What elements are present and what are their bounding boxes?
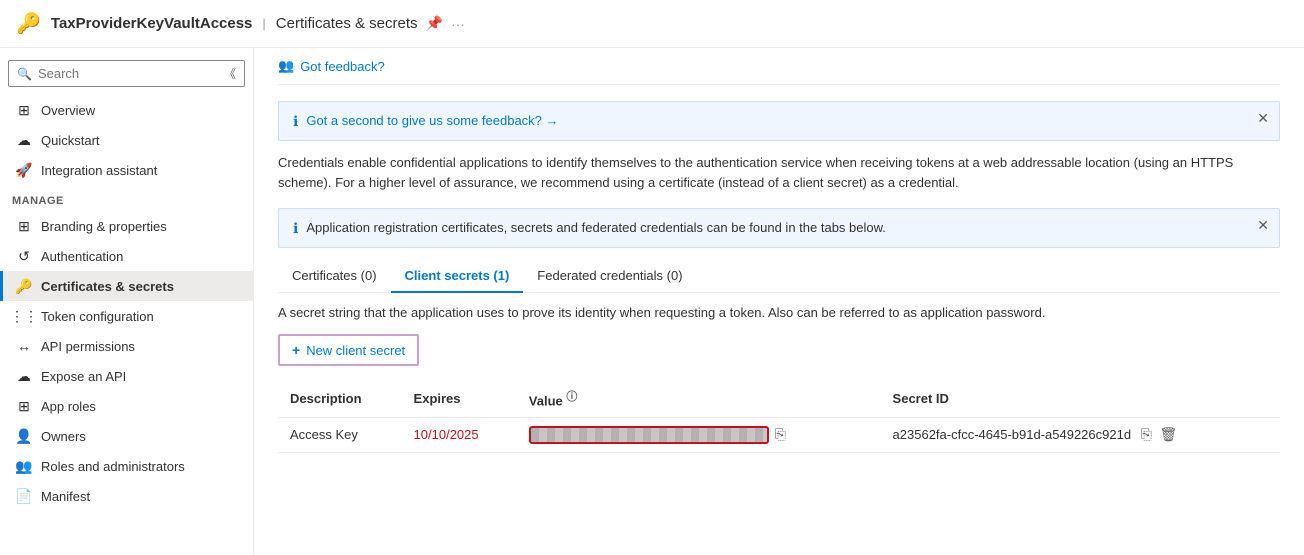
sidebar-item-roles-admins[interactable]: 👥 Roles and administrators [0, 451, 253, 481]
sidebar: 🔍 《 ⊞ Overview ☁ Quickstart 🚀 Integratio… [0, 48, 254, 555]
tab-client-secrets[interactable]: Client secrets (1) [391, 260, 524, 293]
search-box[interactable]: 🔍 《 [8, 60, 245, 87]
collapse-sidebar-button[interactable]: 《 [224, 65, 236, 82]
row-expires: 10/10/2025 [402, 417, 517, 452]
sidebar-item-quickstart-label: Quickstart [41, 133, 100, 148]
owners-icon: 👤 [15, 427, 33, 445]
secrets-table: Description Expires Value ⓘ Secret ID Ac… [278, 380, 1280, 452]
feedback-banner-text[interactable]: Got a second to give us some feedback? → [306, 112, 558, 130]
sidebar-item-branding-label: Branding & properties [41, 219, 167, 234]
feedback-text[interactable]: Got feedback? [300, 59, 385, 74]
sidebar-item-integration-label: Integration assistant [41, 163, 157, 178]
sidebar-item-branding[interactable]: ⊞ Branding & properties [0, 211, 253, 241]
sidebar-item-expose-api-label: Expose an API [41, 369, 126, 384]
value-cell: ⎘ [529, 426, 869, 444]
info-icon-1: ℹ [293, 113, 298, 130]
sidebar-item-integration-assistant[interactable]: 🚀 Integration assistant [0, 155, 253, 185]
sidebar-item-expose-api[interactable]: ☁ Expose an API [0, 361, 253, 391]
manifest-icon: 📄 [15, 487, 33, 505]
secret-value-blurred [529, 426, 769, 444]
roles-icon: 👥 [15, 457, 33, 475]
col-value: Value ⓘ [517, 380, 881, 417]
feedback-bar: 👥 Got feedback? [278, 48, 1280, 85]
value-info-icon[interactable]: ⓘ [566, 391, 577, 403]
copy-value-button[interactable]: ⎘ [775, 426, 786, 443]
feedback-banner: ℹ Got a second to give us some feedback?… [278, 101, 1280, 141]
close-banner-1-button[interactable]: ✕ [1257, 110, 1269, 127]
more-options-icon[interactable]: ··· [451, 16, 465, 32]
main-layout: 🔍 《 ⊞ Overview ☁ Quickstart 🚀 Integratio… [0, 48, 1304, 555]
sidebar-item-authentication[interactable]: ↺ Authentication [0, 241, 253, 271]
sidebar-item-token-label: Token configuration [41, 309, 154, 324]
new-client-secret-button[interactable]: + New client secret [278, 334, 419, 366]
sidebar-item-app-roles[interactable]: ⊞ App roles [0, 391, 253, 421]
quickstart-icon: ☁ [15, 131, 33, 149]
branding-icon: ⊞ [15, 217, 33, 235]
header-separator: | [262, 16, 265, 31]
row-value: ⎘ [517, 417, 881, 452]
sidebar-item-certificates[interactable]: 🔑 Certificates & secrets [0, 271, 253, 301]
sidebar-item-token[interactable]: ⋮⋮ Token configuration [0, 301, 253, 331]
sidebar-item-app-roles-label: App roles [41, 399, 96, 414]
search-icon: 🔍 [17, 67, 32, 81]
pin-icon[interactable]: 📌 [426, 15, 443, 32]
tab-certificates[interactable]: Certificates (0) [278, 260, 391, 293]
tab-description: A secret string that the application use… [278, 305, 1280, 320]
sidebar-item-certificates-label: Certificates & secrets [41, 279, 174, 294]
sidebar-item-roles-admins-label: Roles and administrators [41, 459, 185, 474]
manage-section-label: Manage [0, 185, 253, 211]
col-description: Description [278, 380, 402, 417]
sidebar-item-manifest-label: Manifest [41, 489, 90, 504]
overview-icon: ⊞ [15, 101, 33, 119]
app-roles-icon: ⊞ [15, 397, 33, 415]
sidebar-item-overview[interactable]: ⊞ Overview [0, 95, 253, 125]
expires-value: 10/10/2025 [414, 427, 479, 442]
table-row: Access Key 10/10/2025 ⎘ a23562fa-cfcc-46… [278, 417, 1280, 452]
col-secret-id: Secret ID [881, 380, 1280, 417]
sidebar-item-api-permissions[interactable]: ↔ API permissions [0, 331, 253, 361]
copy-secret-id-button[interactable]: ⎘ [1141, 426, 1152, 442]
new-client-secret-label: New client secret [306, 343, 405, 358]
certificates-icon: 🔑 [15, 277, 33, 295]
page-title: Certificates & secrets [276, 15, 418, 32]
api-permissions-icon: ↔ [15, 337, 33, 355]
row-secret-id: a23562fa-cfcc-4645-b91d-a549226c921d ⎘ 🗑 [881, 417, 1280, 452]
info-banner-2: ℹ Application registration certificates,… [278, 208, 1280, 248]
delete-secret-button[interactable]: 🗑 [1160, 426, 1178, 442]
col-expires: Expires [402, 380, 517, 417]
sidebar-item-owners[interactable]: 👤 Owners [0, 421, 253, 451]
search-input[interactable] [38, 66, 224, 81]
table-header-row: Description Expires Value ⓘ Secret ID [278, 380, 1280, 417]
sidebar-item-quickstart[interactable]: ☁ Quickstart [0, 125, 253, 155]
sidebar-item-owners-label: Owners [41, 429, 86, 444]
feedback-icon: 👥 [278, 58, 294, 74]
authentication-icon: ↺ [15, 247, 33, 265]
row-description: Access Key [278, 417, 402, 452]
secret-id-value: a23562fa-cfcc-4645-b91d-a549226c921d [893, 427, 1132, 442]
sidebar-item-api-permissions-label: API permissions [41, 339, 135, 354]
token-icon: ⋮⋮ [15, 307, 33, 325]
expose-api-icon: ☁ [15, 367, 33, 385]
tabs-bar: Certificates (0) Client secrets (1) Fede… [278, 260, 1280, 293]
app-icon: 🔑 [16, 11, 41, 36]
app-name: TaxProviderKeyVaultAccess [51, 15, 253, 32]
credentials-description: Credentials enable confidential applicat… [278, 153, 1280, 192]
col-value-label: Value [529, 394, 563, 409]
sidebar-item-overview-label: Overview [41, 103, 95, 118]
plus-icon: + [292, 342, 300, 358]
sidebar-item-manifest[interactable]: 📄 Manifest [0, 481, 253, 511]
info-banner-2-text: Application registration certificates, s… [306, 219, 886, 237]
content-area: 👥 Got feedback? ℹ Got a second to give u… [254, 48, 1304, 555]
close-banner-2-button[interactable]: ✕ [1257, 217, 1269, 234]
integration-icon: 🚀 [15, 161, 33, 179]
sidebar-item-authentication-label: Authentication [41, 249, 123, 264]
top-header: 🔑 TaxProviderKeyVaultAccess | Certificat… [0, 0, 1304, 48]
tab-federated-credentials[interactable]: Federated credentials (0) [523, 260, 696, 293]
info-icon-2: ℹ [293, 220, 298, 237]
